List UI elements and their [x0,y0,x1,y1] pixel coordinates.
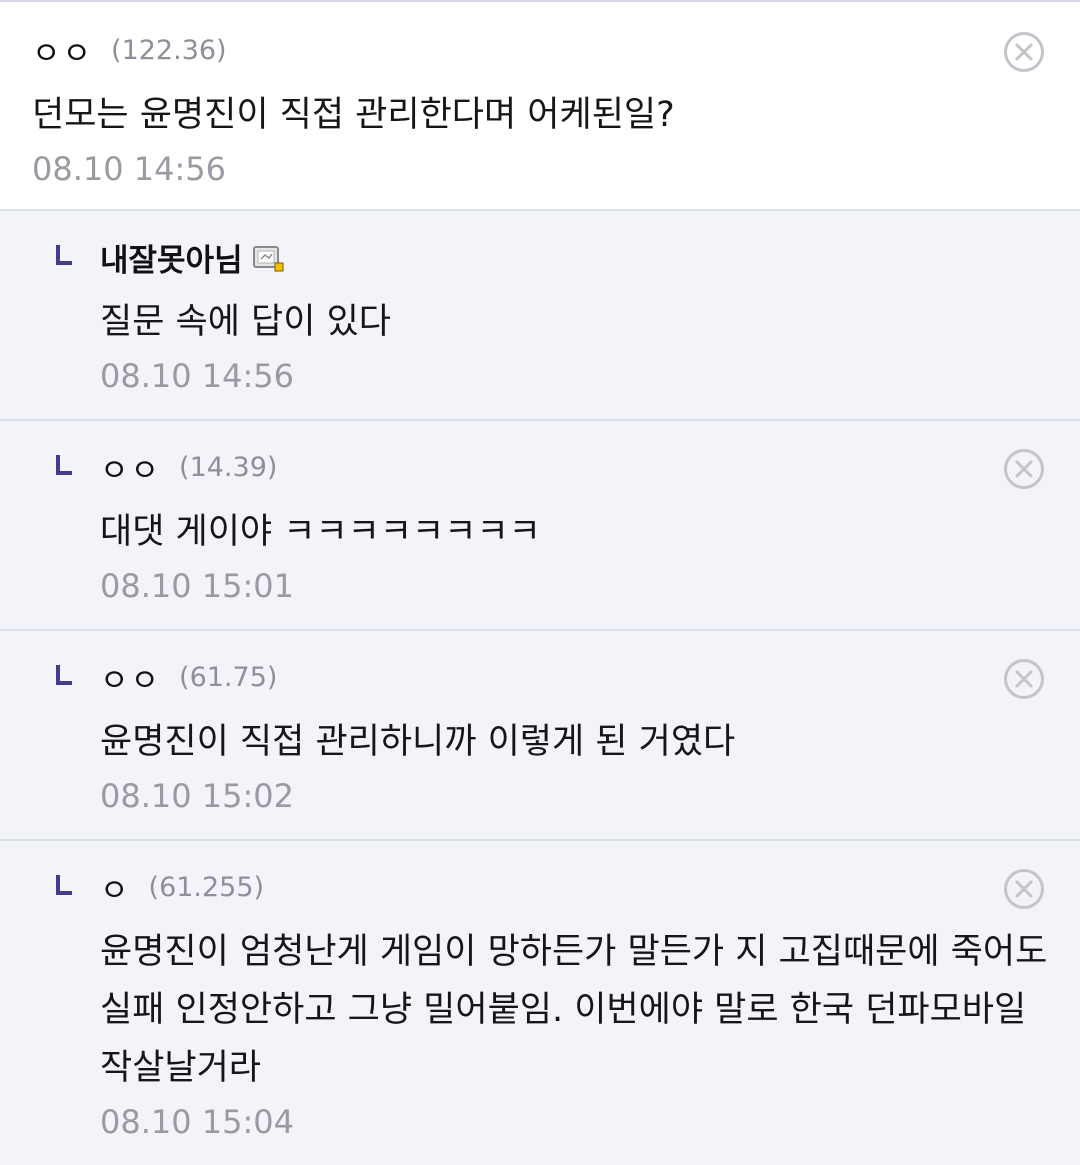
delete-icon[interactable] [1004,659,1044,699]
comment-ip: (61.255) [148,871,265,903]
comment-header: ㅇㅇ (14.39) [100,445,1080,490]
reply-arrow-icon [56,245,72,265]
comment-time: 08.10 15:02 [100,777,294,815]
reply-arrow-icon [56,455,72,475]
comment-text: 윤명진이 직접 관리하니까 이렇게 된 거였다 [100,722,736,762]
comment-nickname[interactable]: 내잘못아님 [100,235,243,280]
comment-nickname[interactable]: ㅇㅇ [100,655,161,700]
comment-ip: (14.39) [179,451,278,483]
delete-icon[interactable] [1004,32,1044,72]
comment-text: 윤명진이 엄청난게 게임이 망하든가 말든가 지 고집때문에 죽어도 실패 인정… [100,932,1048,1088]
reply-item: ㅇ (61.255) 윤명진이 엄청난게 게임이 망하든가 말든가 지 고집때문… [0,841,1080,1165]
comment-time: 08.10 14:56 [100,357,294,395]
comment-nickname[interactable]: ㅇㅇ [32,28,93,73]
comment-ip: (61.75) [179,661,278,693]
comment-header: ㅇㅇ (61.75) [100,655,1080,700]
reply-arrow-icon [56,665,72,685]
reply-item: 내잘못아님 질문 속에 답이 있다 08.10 14:56 [0,211,1080,421]
comment-list: ㅇㅇ (122.36) 던모는 윤명진이 직접 관리한다며 어케된일? 08.1… [0,0,1080,1165]
delete-icon[interactable] [1004,869,1044,909]
comment-item: ㅇㅇ (122.36) 던모는 윤명진이 직접 관리한다며 어케된일? 08.1… [0,2,1080,211]
comment-time: 08.10 15:04 [100,1103,294,1141]
comment-header: 내잘못아님 [100,235,1080,280]
comment-ip: (122.36) [111,34,227,66]
comment-text: 질문 속에 답이 있다 [100,302,391,342]
comment-nickname[interactable]: ㅇ [100,865,131,910]
comment-nickname[interactable]: ㅇㅇ [100,445,161,490]
reply-item: ㅇㅇ (61.75) 윤명진이 직접 관리하니까 이렇게 된 거였다 08.10… [0,631,1080,841]
comment-text: 던모는 윤명진이 직접 관리한다며 어케된일? [32,95,675,135]
comment-text: 대댓 게이야 ㅋㅋㅋㅋㅋㅋㅋㅋ [100,512,541,552]
comment-header: ㅇ (61.255) [100,865,1080,910]
comment-time: 08.10 14:56 [32,150,226,188]
comment-header: ㅇㅇ (122.36) [32,28,1080,73]
gallog-icon[interactable] [252,245,284,272]
delete-icon[interactable] [1004,449,1044,489]
reply-arrow-icon [56,875,72,895]
reply-item: ㅇㅇ (14.39) 대댓 게이야 ㅋㅋㅋㅋㅋㅋㅋㅋ 08.10 15:01 [0,421,1080,631]
comment-time: 08.10 15:01 [100,567,294,605]
